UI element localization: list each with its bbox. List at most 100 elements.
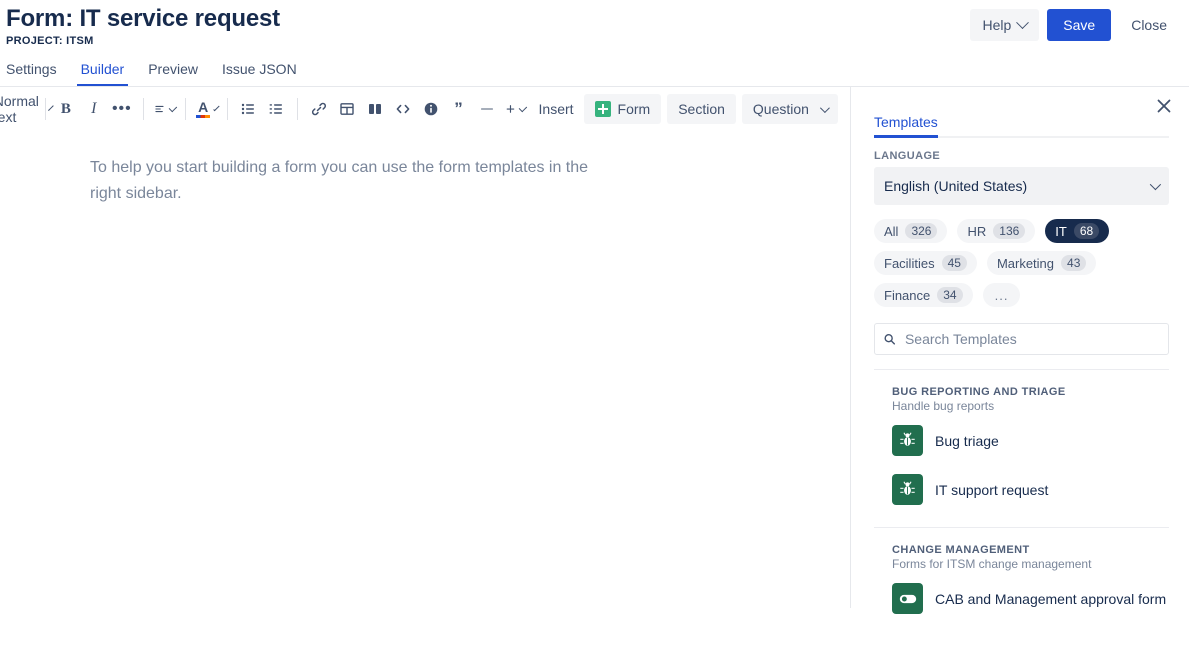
insert-form-label: Form — [617, 101, 651, 117]
sidebar-tab-bar: Templates — [874, 87, 1169, 138]
code-icon — [396, 104, 409, 114]
main-tab-bar: Settings Builder Preview Issue JSON — [0, 58, 1189, 86]
template-item-bug-triage[interactable]: Bug triage — [874, 419, 1169, 462]
group-subtitle: Forms for ITSM change management — [892, 557, 1092, 571]
insert-more-button[interactable] — [501, 95, 529, 123]
toggle-icon — [892, 583, 923, 614]
search-templates-field[interactable] — [874, 323, 1169, 355]
search-icon — [884, 334, 896, 345]
body-split: Normal text B I ••• — [0, 87, 1189, 662]
insert-form-button[interactable]: Form — [583, 94, 662, 124]
help-button[interactable]: Help — [970, 9, 1040, 41]
chip-count: 136 — [993, 223, 1026, 239]
insert-label: Insert — [538, 101, 574, 117]
category-filter-chips: All 326 HR 136 IT 68 Facilities 45 Marke… — [874, 219, 1169, 307]
insert-question-label: Question — [752, 101, 809, 117]
project-breadcrumb: PROJECT: ITSM — [6, 35, 94, 47]
chevron-down-icon — [819, 102, 830, 113]
link-icon — [311, 102, 326, 116]
title-block: Form: IT service request PROJECT: ITSM — [6, 5, 280, 47]
chip-label: Finance — [884, 287, 931, 303]
chip-hr[interactable]: HR 136 — [957, 219, 1036, 243]
chip-count: 43 — [1061, 255, 1087, 271]
chip-it[interactable]: IT 68 — [1045, 219, 1110, 243]
search-input[interactable] — [902, 330, 1160, 348]
numbered-list-icon — [269, 104, 283, 114]
chip-label: HR — [967, 223, 987, 239]
save-button[interactable]: Save — [1047, 9, 1112, 41]
group-title: CHANGE MANAGEMENT — [892, 544, 1030, 556]
template-group-change-management: CHANGE MANAGEMENT Forms for ITSM change … — [874, 528, 1169, 620]
info-icon — [424, 102, 437, 116]
tab-issue-json[interactable]: Issue JSON — [218, 60, 301, 86]
editor-pane: Normal text B I ••• — [0, 87, 851, 608]
insert-section-button[interactable]: Section — [667, 94, 736, 124]
close-icon — [1157, 99, 1171, 113]
add-form-icon — [594, 101, 611, 117]
chip-finance[interactable]: Finance 34 — [874, 283, 973, 307]
chip-count: 326 — [905, 223, 938, 239]
group-subtitle: Handle bug reports — [892, 399, 995, 413]
templates-sidebar: Templates LANGUAGE English (United State… — [851, 87, 1189, 614]
insert-question-button[interactable]: Question — [741, 94, 838, 124]
page-header: Form: IT service request PROJECT: ITSM H… — [0, 0, 1189, 58]
tab-settings[interactable]: Settings — [2, 60, 61, 86]
template-name: CAB and Management approval form — [935, 590, 1167, 607]
tab-templates[interactable]: Templates — [874, 114, 938, 138]
bug-icon — [892, 425, 923, 456]
bullet-list-button[interactable] — [234, 95, 262, 123]
link-button[interactable] — [305, 95, 333, 123]
chevron-down-icon — [519, 103, 528, 112]
quote-button[interactable]: ” — [445, 95, 473, 123]
tab-preview[interactable]: Preview — [144, 60, 202, 86]
more-formatting-icon[interactable]: ••• — [108, 95, 136, 123]
divider-button[interactable] — [473, 95, 501, 123]
template-item-cab-approval-form[interactable]: CAB and Management approval form — [874, 577, 1169, 620]
chip-marketing[interactable]: Marketing 43 — [986, 251, 1097, 275]
help-label: Help — [982, 17, 1012, 33]
chip-facilities[interactable]: Facilities 45 — [874, 251, 977, 275]
chip-count: 45 — [941, 255, 967, 271]
language-select[interactable]: English (United States) — [874, 167, 1169, 205]
info-panel-button[interactable] — [417, 95, 445, 123]
chip-all[interactable]: All 326 — [874, 219, 948, 243]
bold-button[interactable]: B — [52, 95, 80, 123]
text-color-button[interactable]: A — [192, 95, 220, 123]
columns-layout-button[interactable] — [361, 95, 389, 123]
template-name: IT support request — [935, 481, 1049, 498]
language-value: English (United States) — [884, 178, 1028, 194]
italic-button[interactable]: I — [80, 95, 108, 123]
color-swatch-bar — [196, 115, 211, 118]
close-sidebar-button[interactable] — [1153, 95, 1175, 117]
align-left-button[interactable] — [150, 95, 178, 123]
template-item-it-support-request[interactable]: IT support request — [874, 468, 1169, 511]
tab-builder[interactable]: Builder — [76, 60, 129, 86]
align-left-icon — [155, 105, 164, 113]
close-button[interactable]: Close — [1119, 9, 1179, 41]
chip-label: Marketing — [996, 255, 1055, 271]
editor-paragraph: To help you start building a form you ca… — [90, 159, 589, 202]
chip-label: IT — [1055, 223, 1067, 239]
text-color-glyph: A — [198, 99, 209, 115]
table-button[interactable] — [333, 95, 361, 123]
text-style-label: Normal text — [0, 93, 39, 125]
chip-label: All — [884, 223, 899, 239]
template-name: Bug triage — [935, 432, 999, 449]
editor-canvas[interactable]: To help you start building a form you ca… — [0, 131, 850, 207]
horizontal-rule-icon — [480, 108, 493, 110]
text-style-dropdown[interactable]: Normal text — [0, 93, 54, 125]
group-title: BUG REPORTING AND TRIAGE — [892, 386, 1066, 398]
page-title: Form: IT service request — [6, 5, 280, 32]
chip-more[interactable]: ... — [982, 283, 1021, 307]
text-color-icon: A — [196, 99, 211, 118]
chevron-down-icon — [168, 103, 178, 112]
bug-icon — [892, 474, 923, 505]
chevron-down-icon — [213, 104, 220, 111]
plus-icon — [506, 105, 514, 113]
chip-label: Facilities — [884, 255, 935, 271]
code-button[interactable] — [389, 95, 417, 123]
table-icon — [339, 103, 354, 115]
numbered-list-button[interactable] — [262, 95, 290, 123]
template-group-bug-reporting: BUG REPORTING AND TRIAGE Handle bug repo… — [874, 370, 1169, 511]
bullet-list-icon — [242, 103, 255, 115]
